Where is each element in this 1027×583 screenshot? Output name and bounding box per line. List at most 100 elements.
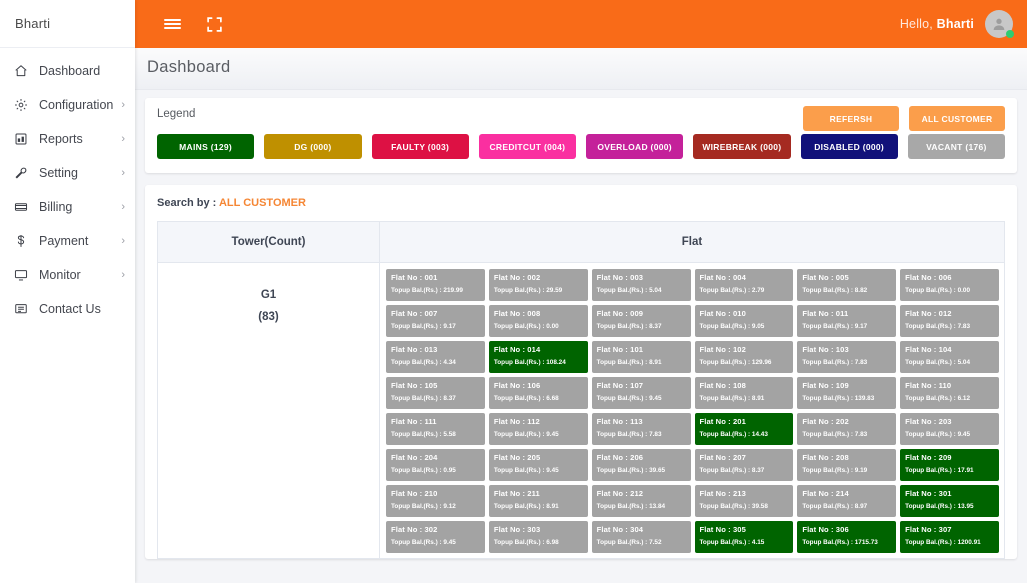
legend-button-faulty[interactable]: FAULTY (003) [371, 134, 469, 159]
table-row: G1 (83) Flat No : 001 Topup Bal.(Rs.) : 2… [157, 262, 1005, 559]
flat-cell-103[interactable]: Flat No : 103 Topup Bal.(Rs.) : 7.83 [797, 341, 897, 373]
sidebar-item-configuration[interactable]: Configuration › [0, 88, 135, 122]
sidebar-item-setting[interactable]: Setting › [0, 156, 135, 190]
flat-cell-201[interactable]: Flat No : 201 Topup Bal.(Rs.) : 14.43 [694, 413, 794, 445]
flat-balance: Topup Bal.(Rs.) : 2.79 [699, 287, 765, 294]
search-by-value[interactable]: ALL CUSTOMER [219, 197, 306, 209]
flat-cell-011[interactable]: Flat No : 011 Topup Bal.(Rs.) : 9.17 [797, 305, 897, 337]
flat-cell-204[interactable]: Flat No : 204 Topup Bal.(Rs.) : 0.95 [386, 449, 485, 481]
flat-cell-212[interactable]: Flat No : 212 Topup Bal.(Rs.) : 13.84 [591, 485, 691, 517]
flat-number: Flat No : 011 [802, 309, 849, 318]
flat-cell-306[interactable]: Flat No : 306 Topup Bal.(Rs.) : 1715.73 [797, 521, 897, 553]
flat-cell-105[interactable]: Flat No : 105 Topup Bal.(Rs.) : 8.37 [386, 377, 485, 409]
flat-cell-014[interactable]: Flat No : 014 Topup Bal.(Rs.) : 108.24 [488, 341, 588, 373]
flat-cell-113[interactable]: Flat No : 113 Topup Bal.(Rs.) : 7.83 [591, 413, 691, 445]
flat-balance: Topup Bal.(Rs.) : 8.91 [493, 503, 559, 510]
flat-number: Flat No : 207 [699, 453, 746, 462]
legend-button-mains[interactable]: MAINS (129) [157, 134, 255, 159]
refresh-button[interactable]: REFERSH [803, 106, 899, 131]
legend-button-overload[interactable]: OVERLOAD (000) [586, 134, 684, 159]
billing-icon [12, 198, 30, 216]
flat-cell-005[interactable]: Flat No : 005 Topup Bal.(Rs.) : 8.82 [797, 269, 897, 301]
tower-name: G1 [260, 289, 277, 301]
flat-number: Flat No : 214 [802, 489, 849, 498]
flat-cell-302[interactable]: Flat No : 302 Topup Bal.(Rs.) : 9.45 [386, 521, 485, 553]
flat-cell-303[interactable]: Flat No : 303 Topup Bal.(Rs.) : 6.98 [488, 521, 588, 553]
flat-cell-002[interactable]: Flat No : 002 Topup Bal.(Rs.) : 29.59 [488, 269, 588, 301]
flat-number: Flat No : 211 [493, 489, 540, 498]
flat-cell-006[interactable]: Flat No : 006 Topup Bal.(Rs.) : 0.00 [900, 269, 999, 301]
flat-cell-211[interactable]: Flat No : 211 Topup Bal.(Rs.) : 8.91 [488, 485, 588, 517]
flat-cell-203[interactable]: Flat No : 203 Topup Bal.(Rs.) : 9.45 [900, 413, 999, 445]
sidebar-item-billing[interactable]: Billing › [0, 190, 135, 224]
flat-cell-207[interactable]: Flat No : 207 Topup Bal.(Rs.) : 8.37 [694, 449, 794, 481]
column-header-tower[interactable]: Tower(Count) [157, 221, 380, 263]
legend-button-wirebreak[interactable]: WIREBREAK (000) [693, 134, 791, 159]
flat-number: Flat No : 201 [699, 417, 746, 426]
sidebar-item-reports[interactable]: Reports › [0, 122, 135, 156]
flat-cell-106[interactable]: Flat No : 106 Topup Bal.(Rs.) : 6.68 [488, 377, 588, 409]
flat-cell-205[interactable]: Flat No : 205 Topup Bal.(Rs.) : 9.45 [488, 449, 588, 481]
flat-balance: Topup Bal.(Rs.) : 7.83 [802, 359, 868, 366]
sidebar-item-label: Setting [39, 166, 78, 180]
flat-cell-012[interactable]: Flat No : 012 Topup Bal.(Rs.) : 7.83 [900, 305, 999, 337]
flat-cell-007[interactable]: Flat No : 007 Topup Bal.(Rs.) : 9.17 [386, 305, 485, 337]
flat-balance: Topup Bal.(Rs.) : 8.91 [596, 359, 662, 366]
legend-button-dg[interactable]: DG (000) [264, 134, 362, 159]
flat-balance: Topup Bal.(Rs.) : 13.95 [905, 503, 974, 510]
sidebar-item-dashboard[interactable]: Dashboard [0, 54, 135, 88]
flat-cell-101[interactable]: Flat No : 101 Topup Bal.(Rs.) : 8.91 [591, 341, 691, 373]
flat-cell-307[interactable]: Flat No : 307 Topup Bal.(Rs.) : 1200.91 [900, 521, 999, 553]
flat-cell-301[interactable]: Flat No : 301 Topup Bal.(Rs.) : 13.95 [900, 485, 999, 517]
legend-button-disabled[interactable]: DISABLED (000) [800, 134, 898, 159]
avatar[interactable] [985, 10, 1014, 38]
flat-cell-305[interactable]: Flat No : 305 Topup Bal.(Rs.) : 4.15 [694, 521, 794, 553]
content-scroll-area[interactable]: Legend REFERSH ALL CUSTOMER MAINS (129) D… [135, 90, 1027, 583]
flat-cell-304[interactable]: Flat No : 304 Topup Bal.(Rs.) : 7.52 [591, 521, 691, 553]
sidebar-item-payment[interactable]: Payment › [0, 224, 135, 258]
fullscreen-icon[interactable] [199, 9, 229, 39]
legend-actions: REFERSH ALL CUSTOMER [803, 106, 1005, 131]
legend-card: Legend REFERSH ALL CUSTOMER MAINS (129) D… [145, 98, 1017, 173]
legend-button-vacant[interactable]: VACANT (176) [907, 134, 1005, 159]
flat-cell-104[interactable]: Flat No : 104 Topup Bal.(Rs.) : 5.04 [900, 341, 999, 373]
flat-cell-213[interactable]: Flat No : 213 Topup Bal.(Rs.) : 39.58 [694, 485, 794, 517]
flat-cell-010[interactable]: Flat No : 010 Topup Bal.(Rs.) : 9.05 [694, 305, 794, 337]
flat-cell-009[interactable]: Flat No : 009 Topup Bal.(Rs.) : 8.37 [591, 305, 691, 337]
sidebar-item-label: Payment [39, 234, 89, 248]
brand-name: Bharti [0, 0, 135, 48]
flat-balance: Topup Bal.(Rs.) : 219.99 [391, 287, 463, 294]
sidebar-item-contact-us[interactable]: Contact Us [0, 292, 135, 326]
flat-cell-013[interactable]: Flat No : 013 Topup Bal.(Rs.) : 4.34 [386, 341, 485, 373]
flat-cell-108[interactable]: Flat No : 108 Topup Bal.(Rs.) : 8.91 [694, 377, 794, 409]
flat-cell-208[interactable]: Flat No : 208 Topup Bal.(Rs.) : 9.19 [797, 449, 897, 481]
flat-cell-209[interactable]: Flat No : 209 Topup Bal.(Rs.) : 17.91 [900, 449, 999, 481]
flat-balance: Topup Bal.(Rs.) : 8.37 [699, 467, 765, 474]
flat-cell-214[interactable]: Flat No : 214 Topup Bal.(Rs.) : 8.97 [797, 485, 897, 517]
legend-button-creditcut[interactable]: CREDITCUT (004) [478, 134, 576, 159]
flat-balance: Topup Bal.(Rs.) : 8.97 [802, 503, 868, 510]
tower-cell[interactable]: G1 (83) [157, 262, 380, 559]
flat-cell-001[interactable]: Flat No : 001 Topup Bal.(Rs.) : 219.99 [386, 269, 485, 301]
flat-cell-112[interactable]: Flat No : 112 Topup Bal.(Rs.) : 9.45 [488, 413, 588, 445]
flat-cell-008[interactable]: Flat No : 008 Topup Bal.(Rs.) : 0.00 [488, 305, 588, 337]
flat-number: Flat No : 107 [596, 381, 644, 390]
hamburger-icon[interactable] [157, 9, 187, 39]
flat-cell-202[interactable]: Flat No : 202 Topup Bal.(Rs.) : 7.83 [797, 413, 897, 445]
flat-number: Flat No : 105 [391, 381, 438, 390]
flat-cell-109[interactable]: Flat No : 109 Topup Bal.(Rs.) : 139.83 [797, 377, 897, 409]
column-header-flat[interactable]: Flat [379, 221, 1005, 263]
flat-cell-206[interactable]: Flat No : 206 Topup Bal.(Rs.) : 39.65 [591, 449, 691, 481]
sidebar-item-monitor[interactable]: Monitor › [0, 258, 135, 292]
flat-number: Flat No : 013 [391, 345, 438, 354]
all-customer-button[interactable]: ALL CUSTOMER [909, 106, 1005, 131]
flat-balance: Topup Bal.(Rs.) : 1200.91 [905, 539, 981, 546]
flat-cell-107[interactable]: Flat No : 107 Topup Bal.(Rs.) : 9.45 [591, 377, 691, 409]
flat-cell-003[interactable]: Flat No : 003 Topup Bal.(Rs.) : 5.04 [591, 269, 691, 301]
flat-cell-004[interactable]: Flat No : 004 Topup Bal.(Rs.) : 2.79 [694, 269, 794, 301]
flat-cell-210[interactable]: Flat No : 210 Topup Bal.(Rs.) : 9.12 [386, 485, 485, 517]
flat-number: Flat No : 212 [596, 489, 644, 498]
flat-cell-102[interactable]: Flat No : 102 Topup Bal.(Rs.) : 129.96 [694, 341, 794, 373]
flat-cell-111[interactable]: Flat No : 111 Topup Bal.(Rs.) : 5.58 [386, 413, 485, 445]
flat-cell-110[interactable]: Flat No : 110 Topup Bal.(Rs.) : 6.12 [900, 377, 999, 409]
